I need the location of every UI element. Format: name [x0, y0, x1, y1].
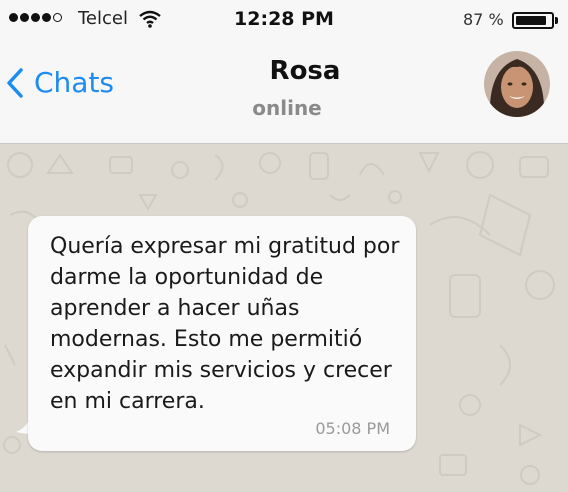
chat-header: Chats Rosa online: [0, 40, 568, 144]
avatar-image: [484, 51, 550, 117]
incoming-message-bubble[interactable]: Quería expresar mi gratitud por darme la…: [28, 216, 416, 451]
message-timestamp: 05:08 PM: [315, 419, 390, 438]
contact-status: online: [252, 96, 322, 120]
message-text: Quería expresar mi gratitud por darme la…: [50, 234, 400, 414]
contact-name[interactable]: Rosa: [0, 56, 568, 86]
battery-icon: [512, 12, 554, 29]
avatar[interactable]: [484, 51, 550, 117]
status-bar: Telcel 12:28 PM 87 %: [0, 0, 568, 40]
battery-percent: 87 %: [463, 10, 504, 29]
battery-nub: [555, 17, 558, 24]
